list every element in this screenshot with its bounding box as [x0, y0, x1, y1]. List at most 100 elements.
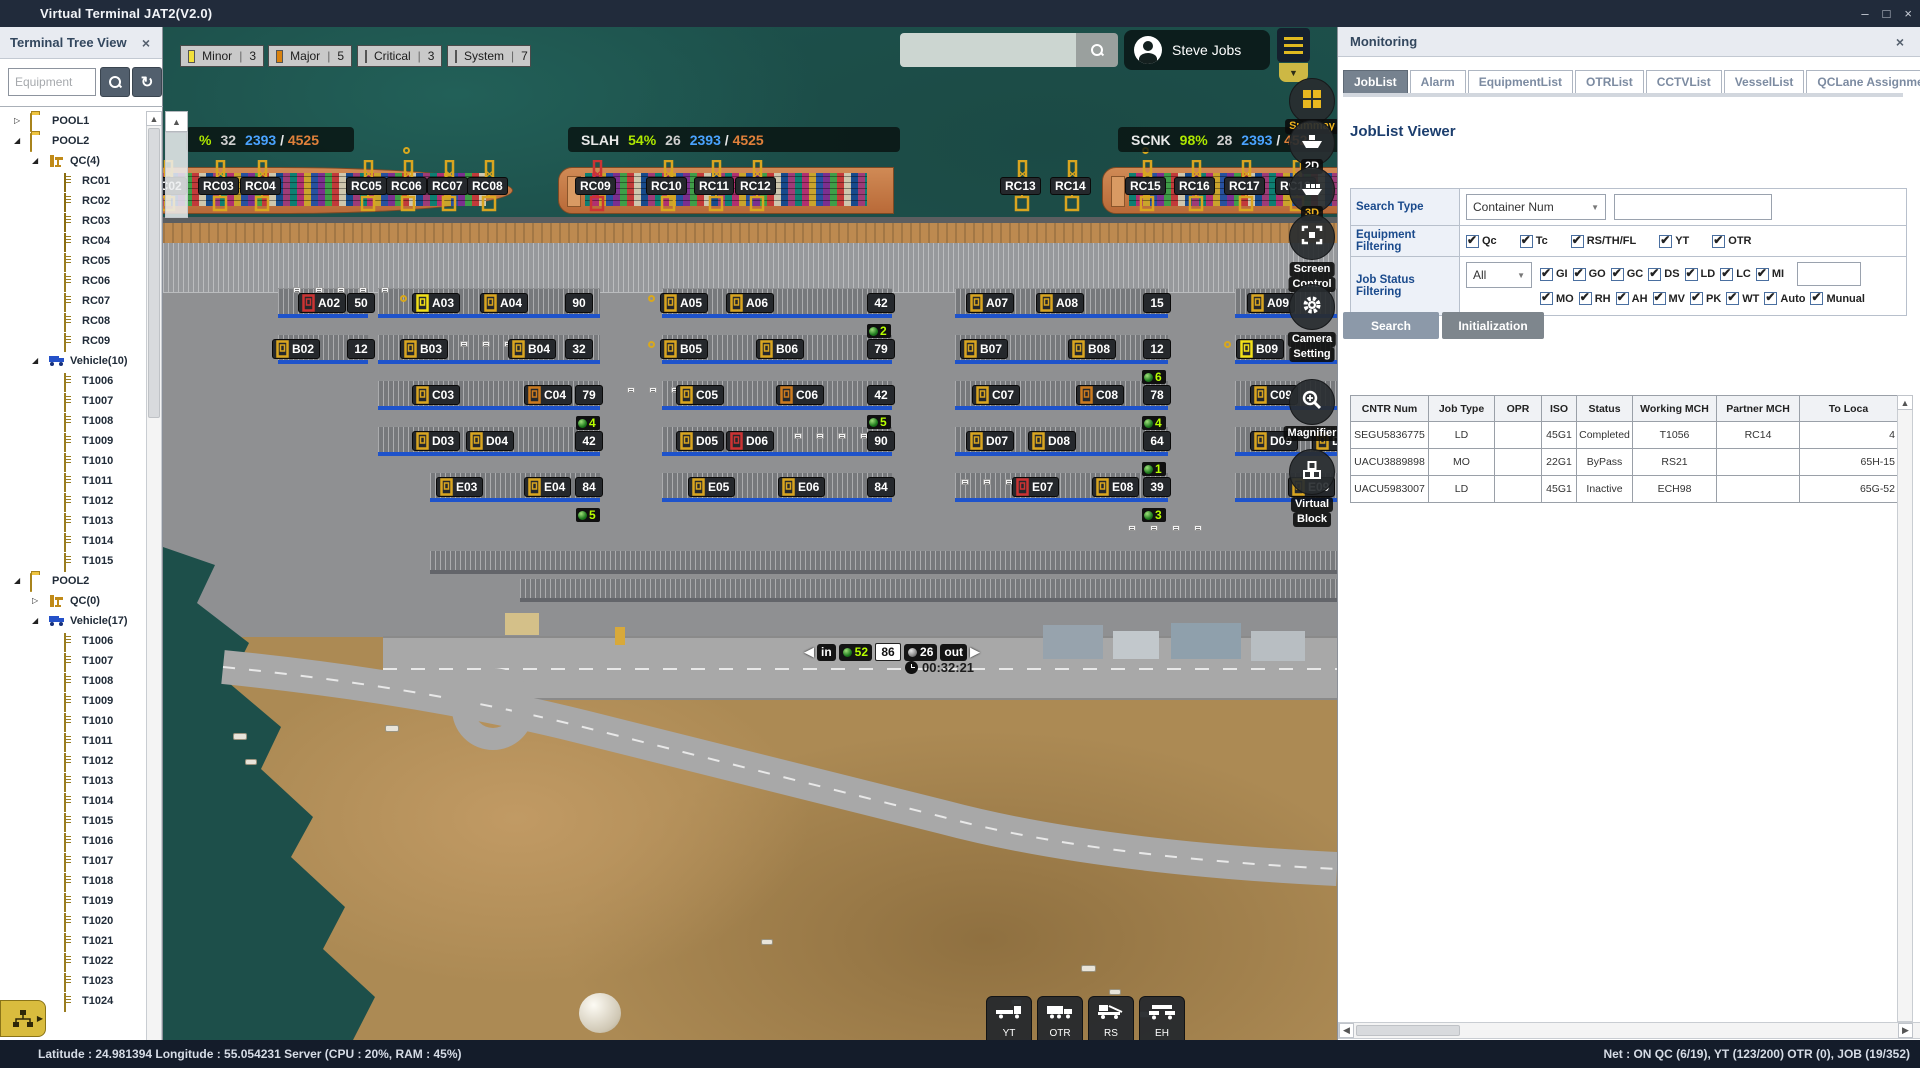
tree-item-t1018[interactable]: T1018 [0, 871, 146, 891]
checkbox-ld[interactable]: LD [1685, 268, 1716, 281]
yard-block-a05[interactable]: A05 [660, 293, 708, 313]
monitoring-close-icon[interactable]: × [1896, 34, 1904, 50]
yard-block-c07[interactable]: C07 [972, 385, 1020, 405]
yard-block-c08[interactable]: C08 [1076, 385, 1124, 405]
checkbox-go[interactable]: GO [1573, 268, 1606, 281]
tree-item-t1007[interactable]: T1007 [0, 391, 146, 411]
quay-crane-rc14[interactable]: RC14 [1064, 160, 1080, 216]
checkbox-checked-icon[interactable] [1579, 292, 1592, 305]
gate-right-arrow[interactable]: ▶ [970, 644, 980, 660]
job-status-select[interactable]: All▼ [1466, 262, 1532, 288]
tree-item-rc01[interactable]: RC01 [0, 171, 146, 191]
table-row[interactable]: SEGU5836775LD45G1CompletedT1056RC144 [1351, 422, 1898, 449]
checkbox-otr[interactable]: OTR [1712, 235, 1751, 248]
map-scrollbar-track[interactable] [165, 132, 188, 218]
checkbox-checked-icon[interactable] [1573, 268, 1586, 281]
yard-block-b07[interactable]: B07 [960, 339, 1008, 359]
tool-screen-control-button[interactable] [1289, 214, 1335, 260]
checkbox-rh[interactable]: RH [1579, 292, 1611, 305]
yard-block-b09[interactable]: B09 [1236, 339, 1284, 359]
yard-block-e03[interactable]: E03 [436, 477, 483, 497]
tab-otrlist[interactable]: OTRList [1575, 70, 1644, 93]
quay-crane-rc17[interactable]: RC17 [1238, 160, 1254, 216]
toolbar-otr-button[interactable]: OTR [1037, 996, 1083, 1040]
tab-equipmentlist[interactable]: EquipmentList [1468, 70, 1573, 93]
checkbox-checked-icon[interactable] [1712, 235, 1725, 248]
tree-item-qc4[interactable]: ◢QC(4) [0, 151, 146, 171]
tab-cctvlist[interactable]: CCTVList [1646, 70, 1722, 93]
yard-block-a06[interactable]: A06 [726, 293, 774, 313]
quay-crane-rc06[interactable]: RC06 [400, 160, 416, 216]
checkbox-checked-icon[interactable] [1648, 268, 1661, 281]
yard-block-c04[interactable]: C04 [524, 385, 572, 405]
table-scroll-left-button[interactable]: ◀ [1339, 1023, 1354, 1038]
yard-block-d07[interactable]: D07 [966, 431, 1014, 451]
checkbox-checked-icon[interactable] [1726, 292, 1739, 305]
quay-crane-rc08[interactable]: RC08 [481, 160, 497, 216]
checkbox-mv[interactable]: MV [1653, 292, 1686, 305]
tool-camera-setting-button[interactable] [1289, 284, 1335, 330]
toolbar-rs-button[interactable]: RS [1088, 996, 1134, 1040]
yard-block-b06[interactable]: B06 [756, 339, 804, 359]
checkbox-rs-th-fl[interactable]: RS/TH/FL [1571, 235, 1637, 248]
tree-item-rc02[interactable]: RC02 [0, 191, 146, 211]
checkbox-lc[interactable]: LC [1720, 268, 1751, 281]
user-menu[interactable]: Steve Jobs [1124, 30, 1270, 70]
tree-item-t1009[interactable]: T1009 [0, 431, 146, 451]
tree-item-pool2[interactable]: ◢POOL2 [0, 131, 146, 151]
checkbox-wt[interactable]: WT [1726, 292, 1759, 305]
tree-item-t1008[interactable]: T1008 [0, 671, 146, 691]
checkbox-checked-icon[interactable] [1810, 292, 1823, 305]
checkbox-gc[interactable]: GC [1611, 268, 1644, 281]
tree-item-t1014[interactable]: T1014 [0, 791, 146, 811]
tool-summay-button[interactable] [1289, 78, 1335, 124]
checkbox-checked-icon[interactable] [1540, 268, 1553, 281]
collapsed-arrow-icon[interactable]: ▷ [32, 596, 38, 605]
quay-crane-rc13[interactable]: RC13 [1014, 160, 1030, 216]
yard-block-b02[interactable]: B02 [272, 339, 320, 359]
tree-item-rc03[interactable]: RC03 [0, 211, 146, 231]
toolbar-eh-button[interactable]: EH [1139, 996, 1185, 1040]
table-vertical-scrollbar[interactable] [1897, 395, 1913, 1022]
yard-block-e07[interactable]: E07 [1012, 477, 1059, 497]
yard-block-e08[interactable]: E08 [1092, 477, 1139, 497]
tree-item-t1008[interactable]: T1008 [0, 411, 146, 431]
quay-crane-rc07[interactable]: RC07 [441, 160, 457, 216]
network-tree-toggle-button[interactable]: ▶ [0, 1000, 46, 1037]
job-status-extra-input[interactable] [1797, 262, 1861, 286]
menu-button[interactable] [1277, 28, 1310, 62]
checkbox-munual[interactable]: Munual [1810, 292, 1865, 305]
quay-crane-rc05[interactable]: RC05 [360, 160, 376, 216]
yard-block-a03[interactable]: A03 [412, 293, 460, 313]
table-scroll-up-button[interactable]: ▲ [1897, 395, 1913, 410]
yard-block-d04[interactable]: D04 [466, 431, 514, 451]
checkbox-checked-icon[interactable] [1756, 268, 1769, 281]
table-row[interactable]: UACU5983007LD45G1InactiveECH9865G-52 [1351, 476, 1898, 503]
alarm-filter-system[interactable]: System|7 [447, 45, 531, 67]
tab-joblist[interactable]: JobList [1343, 70, 1408, 93]
tree-panel-close-icon[interactable]: × [142, 35, 150, 51]
checkbox-checked-icon[interactable] [1616, 292, 1629, 305]
quay-crane-rc09[interactable]: RC09 [589, 160, 605, 216]
expanded-arrow-icon[interactable]: ◢ [32, 616, 38, 625]
yard-block-c03[interactable]: C03 [412, 385, 460, 405]
maximize-button[interactable]: □ [1883, 6, 1891, 21]
checkbox-yt[interactable]: YT [1659, 235, 1689, 248]
yard-block-e06[interactable]: E06 [778, 477, 825, 497]
yard-block-d08[interactable]: D08 [1028, 431, 1076, 451]
checkbox-mi[interactable]: MI [1756, 268, 1784, 281]
checkbox-checked-icon[interactable] [1659, 235, 1672, 248]
checkbox-checked-icon[interactable] [1653, 292, 1666, 305]
yard-block-a09[interactable]: A09 [1247, 293, 1295, 313]
tree-item-t1022[interactable]: T1022 [0, 951, 146, 971]
yard-block-a02[interactable]: A02 [298, 293, 346, 313]
tree-item-rc09[interactable]: RC09 [0, 331, 146, 351]
tree-item-t1010[interactable]: T1010 [0, 711, 146, 731]
yard-block-a04[interactable]: A04 [480, 293, 528, 313]
tool-magnifier-button[interactable] [1289, 379, 1335, 425]
yard-block-e04[interactable]: E04 [524, 477, 571, 497]
quay-crane-rc03[interactable]: RC03 [212, 160, 228, 216]
tree-item-vehicle10[interactable]: ◢Vehicle(10) [0, 351, 146, 371]
checkbox-tc[interactable]: Tc [1520, 235, 1548, 248]
tree-item-rc05[interactable]: RC05 [0, 251, 146, 271]
